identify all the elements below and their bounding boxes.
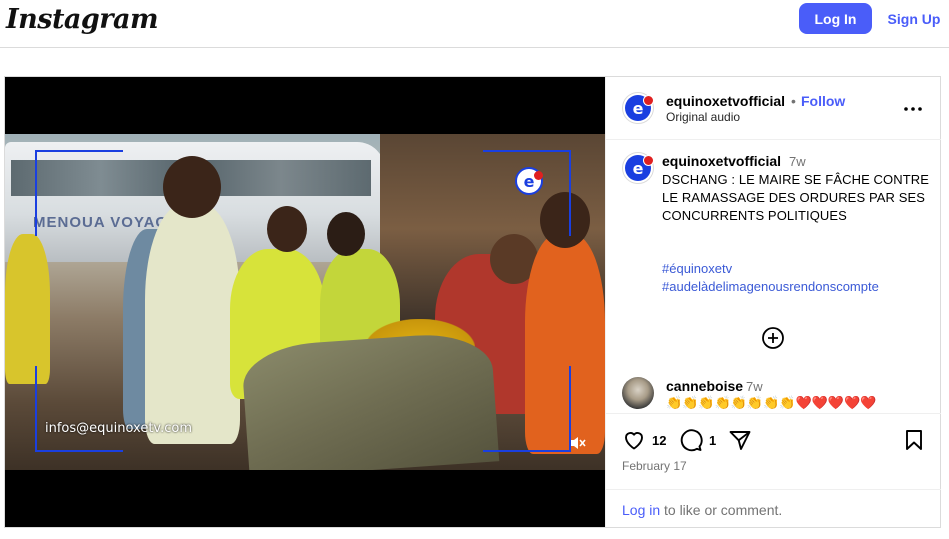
- post-date[interactable]: February 17: [622, 459, 687, 473]
- share-send-icon[interactable]: [728, 428, 752, 452]
- signup-button[interactable]: Sign Up: [884, 3, 944, 34]
- comments-count[interactable]: 1: [709, 433, 716, 448]
- login-prompt: Log in to like or comment.: [606, 489, 941, 528]
- sack-image: [240, 330, 500, 470]
- equinoxe-logo-icon: e: [625, 155, 654, 181]
- comment-text: 👏👏👏👏👏👏👏👏❤️❤️❤️❤️❤️: [666, 395, 877, 410]
- avatar[interactable]: [622, 377, 654, 409]
- post-header: e equinoxetvofficial • Follow Original a…: [606, 77, 941, 140]
- watermark-email: infos@equinoxetv.com: [45, 421, 193, 436]
- actions-bar: 12 1 February 17 Log in to like or comme…: [606, 413, 941, 527]
- hashtag-link[interactable]: #audelàdelimagenousrendonscompte: [662, 279, 879, 294]
- separator-dot: •: [791, 93, 796, 109]
- video-player[interactable]: MENOUA VOYAGE e infos@equinoxetv.com: [5, 77, 605, 527]
- instagram-logo[interactable]: Instagram: [6, 4, 159, 35]
- caption-username[interactable]: equinoxetvofficial: [662, 153, 781, 169]
- likes-count[interactable]: 12: [652, 433, 666, 448]
- comment-time[interactable]: 7w: [746, 379, 763, 394]
- avatar[interactable]: e: [622, 92, 654, 124]
- caption-time[interactable]: 7w: [789, 154, 806, 169]
- login-button[interactable]: Log In: [799, 3, 872, 34]
- hashtag-link[interactable]: #équinoxetv: [662, 261, 732, 276]
- caption-text: DSCHANG : LE MAIRE SE FÂCHE CONTRE LE RA…: [662, 172, 930, 223]
- follow-button[interactable]: Follow: [801, 93, 845, 109]
- comment-bubble-icon[interactable]: [679, 428, 703, 452]
- channel-logo: e: [515, 167, 543, 195]
- audio-label[interactable]: Original audio: [666, 110, 740, 124]
- save-bookmark-icon[interactable]: [902, 428, 926, 452]
- post-author-username[interactable]: equinoxetvofficial: [666, 93, 785, 109]
- frame-corner: [35, 366, 123, 452]
- like-heart-icon[interactable]: [622, 428, 646, 452]
- frame-corner: [483, 366, 571, 452]
- caption-area[interactable]: e equinoxetvofficial 7w DSCHANG : LE MAI…: [606, 141, 941, 413]
- equinoxe-logo-icon: e: [625, 95, 654, 121]
- top-bar: Instagram Log In Sign Up: [0, 0, 949, 48]
- login-link[interactable]: Log in: [622, 502, 660, 518]
- avatar[interactable]: e: [622, 152, 654, 184]
- login-prompt-text: to like or comment.: [664, 502, 783, 518]
- video-frame[interactable]: MENOUA VOYAGE e infos@equinoxetv.com: [5, 134, 605, 470]
- post-sidebar: e equinoxetvofficial • Follow Original a…: [605, 77, 941, 527]
- person-figure: [145, 204, 240, 444]
- frame-corner: [35, 150, 123, 236]
- comment-username[interactable]: canneboise: [666, 378, 743, 394]
- load-more-comments-icon[interactable]: [761, 326, 785, 350]
- person-figure: [5, 234, 50, 384]
- more-options-icon[interactable]: [902, 98, 924, 120]
- mute-icon[interactable]: [569, 434, 587, 452]
- post-card: MENOUA VOYAGE e infos@equinoxetv.com e e…: [4, 76, 941, 528]
